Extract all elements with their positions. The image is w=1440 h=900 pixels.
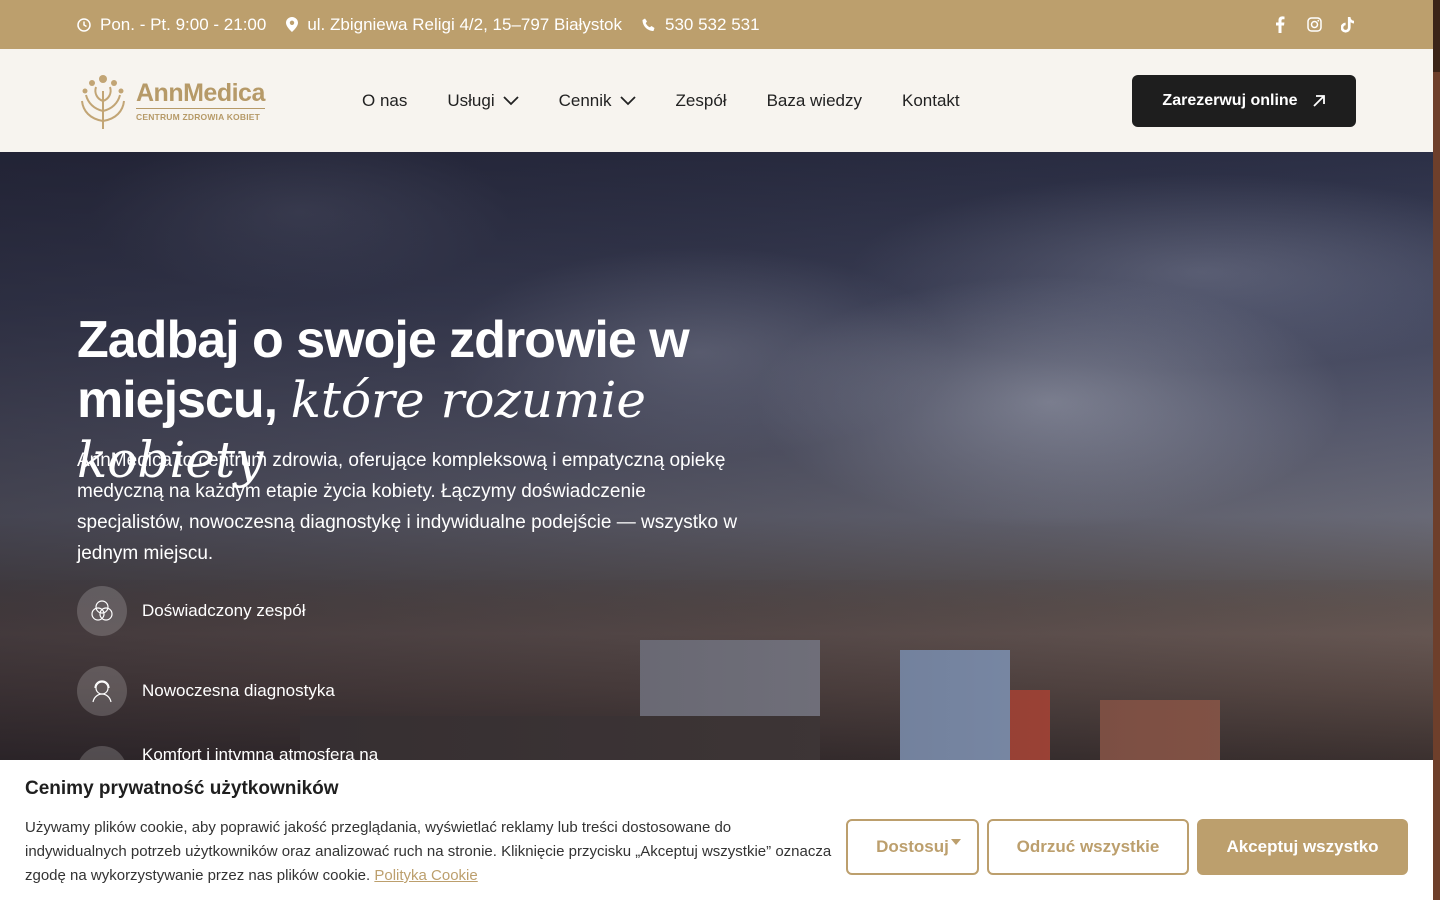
nav-item-knowledge-base[interactable]: Baza wiedzy (767, 91, 862, 111)
accept-all-label: Akceptuj wszystko (1226, 837, 1379, 856)
feature-label: Komfort i intymna atmosfera na (142, 745, 379, 760)
accept-all-button[interactable]: Akceptuj wszystko (1197, 819, 1408, 875)
feature-experienced-team: Doświadczony zespół (77, 586, 305, 636)
nav-item-contact[interactable]: Kontakt (902, 91, 960, 111)
address[interactable]: ul. Zbigniewa Religi 4/2, 15–797 Białyst… (286, 15, 622, 35)
hours-text: Pon. - Pt. 9:00 - 21:00 (100, 14, 267, 34)
chevron-down-icon (619, 95, 636, 105)
feature-label: Nowoczesna diagnostyka (142, 681, 335, 700)
facebook-icon[interactable] (1272, 16, 1288, 33)
nav-item-about[interactable]: O nas (362, 91, 407, 111)
main-header: AnnMedica CENTRUM ZDROWIA KOBIET O nas U… (0, 49, 1433, 152)
page-edge-strip (1433, 0, 1440, 900)
instagram-icon[interactable] (1306, 17, 1322, 33)
opening-hours: Pon. - Pt. 9:00 - 21:00 (77, 15, 266, 35)
feature-modern-diagnostics: Nowoczesna diagnostyka (77, 666, 335, 716)
social-links (1272, 16, 1356, 33)
logo[interactable]: AnnMedica CENTRUM ZDROWIA KOBIET (80, 71, 310, 131)
phone-text: 530 532 531 (665, 14, 760, 34)
hero-section: Zadbaj o swoje zdrowie w miejscu, które … (0, 152, 1433, 760)
customize-button[interactable]: Dostosuj (846, 819, 979, 875)
customize-label: Dostosuj (876, 837, 949, 856)
cookie-text: Używamy plików cookie, aby poprawić jako… (25, 816, 835, 888)
cookie-banner: Cenimy prywatność użytkowników Używamy p… (0, 760, 1433, 900)
logo-subtitle: CENTRUM ZDROWIA KOBIET (136, 107, 265, 122)
cookie-policy-link[interactable]: Polityka Cookie (374, 867, 477, 884)
clock-icon (77, 17, 91, 32)
nav-item-services-label: Usługi (447, 90, 495, 110)
logo-brand: AnnMedica (136, 78, 265, 107)
nav-item-pricing-label: Cennik (558, 90, 612, 110)
hero-description: AnnMedica to centrum zdrowia, oferujące … (77, 450, 738, 564)
location-pin-icon (286, 17, 299, 32)
tiktok-icon[interactable] (1340, 16, 1356, 33)
reject-all-label: Odrzuć wszystkie (1016, 837, 1160, 856)
caret-down-icon (951, 839, 961, 845)
phone-icon (642, 18, 655, 31)
arrow-up-right-icon (1312, 94, 1325, 107)
reject-all-button[interactable]: Odrzuć wszystkie (987, 819, 1189, 875)
team-icon (77, 586, 127, 636)
address-text: ul. Zbigniewa Religi 4/2, 15–797 Białyst… (307, 14, 623, 34)
top-info-bar: Pon. - Pt. 9:00 - 21:00 ul. Zbigniewa Re… (0, 0, 1433, 49)
comfort-icon (77, 746, 127, 760)
main-nav: O nas Usługi Cennik Zespół Baza wiedzy K… (362, 91, 1000, 111)
page-edge-strip-top (1433, 0, 1440, 72)
feature-label: Doświadczony zespół (142, 601, 306, 620)
logo-mark-icon (81, 74, 125, 129)
book-online-button[interactable]: Zarezerwuj online (1132, 74, 1356, 127)
cookie-title: Cenimy prywatność użytkowników (25, 778, 339, 799)
chevron-down-icon (502, 95, 519, 105)
nav-item-team[interactable]: Zespół (676, 91, 727, 111)
nav-item-pricing[interactable]: Cennik (559, 91, 636, 111)
nav-item-services[interactable]: Usługi (447, 90, 519, 111)
book-online-label: Zarezerwuj online (1162, 91, 1298, 109)
phone[interactable]: 530 532 531 (642, 15, 760, 35)
feature-comfort: Komfort i intymna atmosfera na (77, 745, 379, 760)
diagnostics-icon (77, 666, 127, 716)
